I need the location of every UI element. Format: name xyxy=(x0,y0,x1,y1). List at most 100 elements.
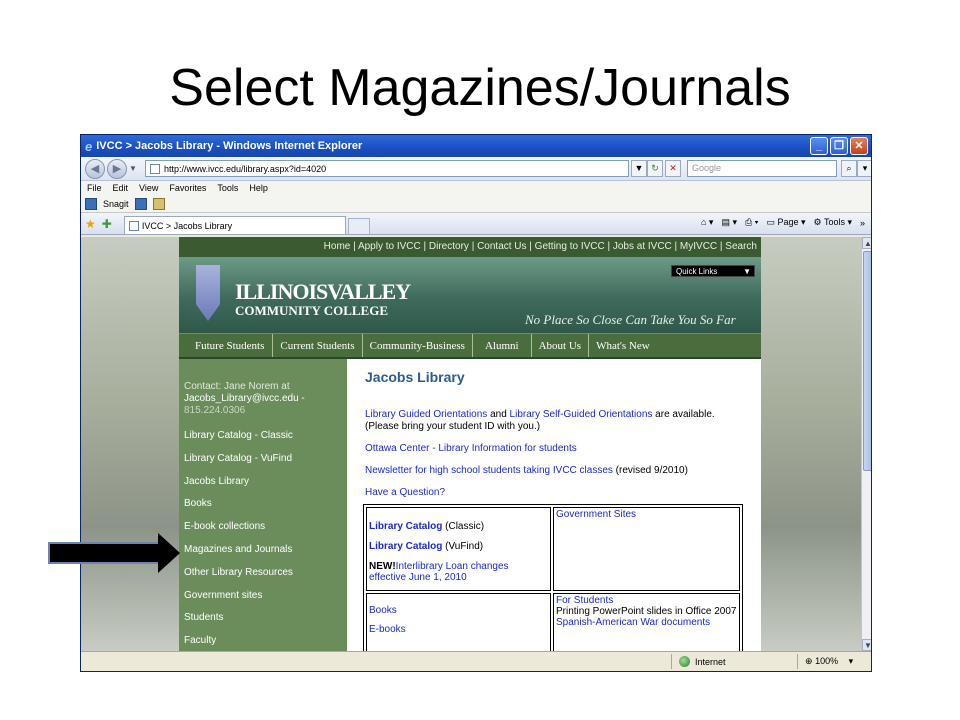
tab-jacobs-library[interactable]: IVCC > Jacobs Library xyxy=(123,216,346,234)
nav-future-students[interactable]: Future Students xyxy=(179,334,274,357)
zoom-icon: ⊕ xyxy=(805,656,813,666)
contact-email[interactable]: Jacobs_Library@ivcc.edu - xyxy=(184,393,347,405)
maximize-button[interactable]: ❐ xyxy=(830,137,848,155)
vufind-text: (VuFind) xyxy=(442,541,484,552)
and-text: and xyxy=(487,409,510,420)
left-nav-books[interactable]: Books xyxy=(184,493,347,516)
tools-menu[interactable]: ⚙ Tools ▾ xyxy=(814,217,852,228)
site-body: Contact: Jane Norem at Jacobs_Library@iv… xyxy=(179,359,761,651)
scroll-up-icon[interactable]: ▲ xyxy=(862,237,871,249)
capture-icon[interactable] xyxy=(134,197,147,210)
minimize-button[interactable]: _ xyxy=(810,137,828,155)
editor-icon[interactable] xyxy=(152,197,165,210)
for-students-link[interactable]: For Students xyxy=(556,595,613,606)
self-guided-orientations-link[interactable]: Library Self-Guided Orientations xyxy=(510,409,653,420)
nav-alumni[interactable]: Alumni xyxy=(473,334,532,357)
page-menu-label: Page xyxy=(777,217,799,227)
have-a-question-link[interactable]: Have a Question? xyxy=(365,487,445,498)
ie-logo-icon: e xyxy=(85,138,93,154)
new-label: NEW! xyxy=(369,561,396,572)
snagit-icon[interactable] xyxy=(85,197,97,210)
tools-menu-label: Tools xyxy=(823,217,845,227)
orientation-paragraph: Library Guided Orientations and Library … xyxy=(365,409,761,433)
table-cell-government: Government Sites xyxy=(553,507,740,591)
nav-community-business[interactable]: Community-Business xyxy=(363,334,473,357)
zone-label: Internet xyxy=(695,656,726,667)
catalog-vufind-link[interactable]: Library Catalog xyxy=(369,541,442,552)
search-icon[interactable]: ⌕ xyxy=(841,160,857,177)
scroll-thumb[interactable] xyxy=(863,251,871,471)
stop-icon[interactable]: ✕ xyxy=(665,160,681,177)
add-favorite-icon[interactable]: ✚ xyxy=(102,217,112,231)
close-button[interactable]: ✕ xyxy=(850,137,868,155)
title-bar[interactable]: e IVCC > Jacobs Library - Windows Intern… xyxy=(81,135,871,157)
ottawa-paragraph: Ottawa Center - Library Information for … xyxy=(365,443,761,455)
search-input[interactable]: Google xyxy=(687,160,837,177)
quick-links-select[interactable]: Quick Links ▼ xyxy=(671,265,755,277)
guided-orientations-link[interactable]: Library Guided Orientations xyxy=(365,409,487,420)
spanish-american-war-link[interactable]: Spanish-American War documents xyxy=(556,617,710,628)
newsletter-link[interactable]: Newsletter for high school students taki… xyxy=(365,465,613,476)
government-sites-link[interactable]: Government Sites xyxy=(556,509,636,520)
page-icon xyxy=(150,163,160,174)
left-nav-catalog-vufind[interactable]: Library Catalog - VuFind xyxy=(184,448,347,471)
nav-about-us[interactable]: About Us xyxy=(532,334,590,357)
address-dropdown-icon[interactable]: ▼ xyxy=(631,160,647,177)
newsletter-paragraph: Newsletter for high school students taki… xyxy=(365,465,761,477)
nav-current-students[interactable]: Current Students xyxy=(273,334,363,357)
forward-button[interactable]: ▶ xyxy=(107,158,127,179)
left-nav-government-sites[interactable]: Government sites xyxy=(184,585,347,608)
status-divider-2 xyxy=(797,654,798,669)
zoom-control[interactable]: ⊕ 100% ▾ xyxy=(805,656,853,667)
books-link[interactable]: Books xyxy=(369,605,397,616)
left-nav-magazines-journals[interactable]: Magazines and Journals xyxy=(184,539,347,562)
nav-whats-new[interactable]: What's New xyxy=(589,334,657,357)
vertical-scrollbar[interactable]: ▲ ▼ xyxy=(861,237,871,651)
logo-line1[interactable]: ILLINOISVALLEY xyxy=(235,279,411,305)
page-content: Home | Apply to IVCC | Directory | Conta… xyxy=(81,237,871,651)
back-button[interactable]: ◀ xyxy=(85,158,105,179)
home-icon[interactable]: ⌂ ▾ xyxy=(701,217,713,228)
address-bar[interactable]: http://www.ivcc.edu/library.aspx?id=4020 xyxy=(145,160,629,177)
zoom-dropdown-icon: ▾ xyxy=(848,656,854,666)
logo-line2[interactable]: COMMUNITY COLLEGE xyxy=(235,303,388,319)
left-nav-jacobs-library[interactable]: Jacobs Library xyxy=(184,471,347,494)
feeds-icon[interactable]: ▤ ▾ xyxy=(721,217,737,228)
left-nav-ebook-collections[interactable]: E-book collections xyxy=(184,516,347,539)
catalog-classic-link[interactable]: Library Catalog xyxy=(369,521,442,532)
print-icon[interactable]: ⎙ ▾ xyxy=(745,217,758,228)
refresh-icon[interactable]: ↻ xyxy=(647,160,663,177)
ottawa-center-link[interactable]: Ottawa Center - Library Information for … xyxy=(365,443,577,454)
zoom-level: 100% xyxy=(815,656,839,666)
favorites-star-icon[interactable]: ★ xyxy=(85,217,96,231)
chevron-down-icon: ▼ xyxy=(743,267,751,276)
snagit-label[interactable]: Snagit xyxy=(103,199,129,209)
left-nav-students[interactable]: Students xyxy=(184,607,347,630)
pointer-arrow-head-icon xyxy=(158,533,180,573)
ivcc-logo-icon[interactable] xyxy=(196,265,220,321)
search-options-icon[interactable]: ▾ xyxy=(857,160,871,177)
history-dropdown-icon[interactable]: ▼ xyxy=(129,164,137,173)
contact-info: Contact: Jane Norem at Jacobs_Library@iv… xyxy=(184,381,347,417)
more-icon[interactable]: » xyxy=(860,218,865,228)
left-nav-catalog-classic[interactable]: Library Catalog - Classic xyxy=(184,425,347,448)
ebooks-link[interactable]: E-books xyxy=(369,624,406,635)
left-nav-other-resources[interactable]: Other Library Resources xyxy=(184,562,347,585)
status-bar: Internet ⊕ 100% ▾ xyxy=(81,651,871,671)
address-row: ◀ ▶ ▼ http://www.ivcc.edu/library.aspx?i… xyxy=(81,157,871,181)
page-menu[interactable]: ▭ Page ▾ xyxy=(766,217,805,228)
menu-favorites[interactable]: Favorites xyxy=(169,183,206,193)
tagline: No Place So Close Can Take You So Far xyxy=(525,312,736,327)
left-nav-faculty[interactable]: Faculty xyxy=(184,630,347,651)
new-tab-button[interactable] xyxy=(347,218,370,234)
table-cell-books: Books E-books xyxy=(366,593,551,651)
menu-view[interactable]: View xyxy=(139,183,158,193)
top-links[interactable]: Home | Apply to IVCC | Directory | Conta… xyxy=(179,237,761,257)
menu-edit[interactable]: Edit xyxy=(113,183,129,193)
student-id-note: (Please bring your student ID with you.) xyxy=(365,421,541,432)
menu-tools[interactable]: Tools xyxy=(217,183,238,193)
menu-file[interactable]: File xyxy=(87,183,102,193)
scroll-down-icon[interactable]: ▼ xyxy=(862,639,871,651)
contact-phone: 815.224.0306 xyxy=(184,405,246,416)
menu-help[interactable]: Help xyxy=(249,183,268,193)
